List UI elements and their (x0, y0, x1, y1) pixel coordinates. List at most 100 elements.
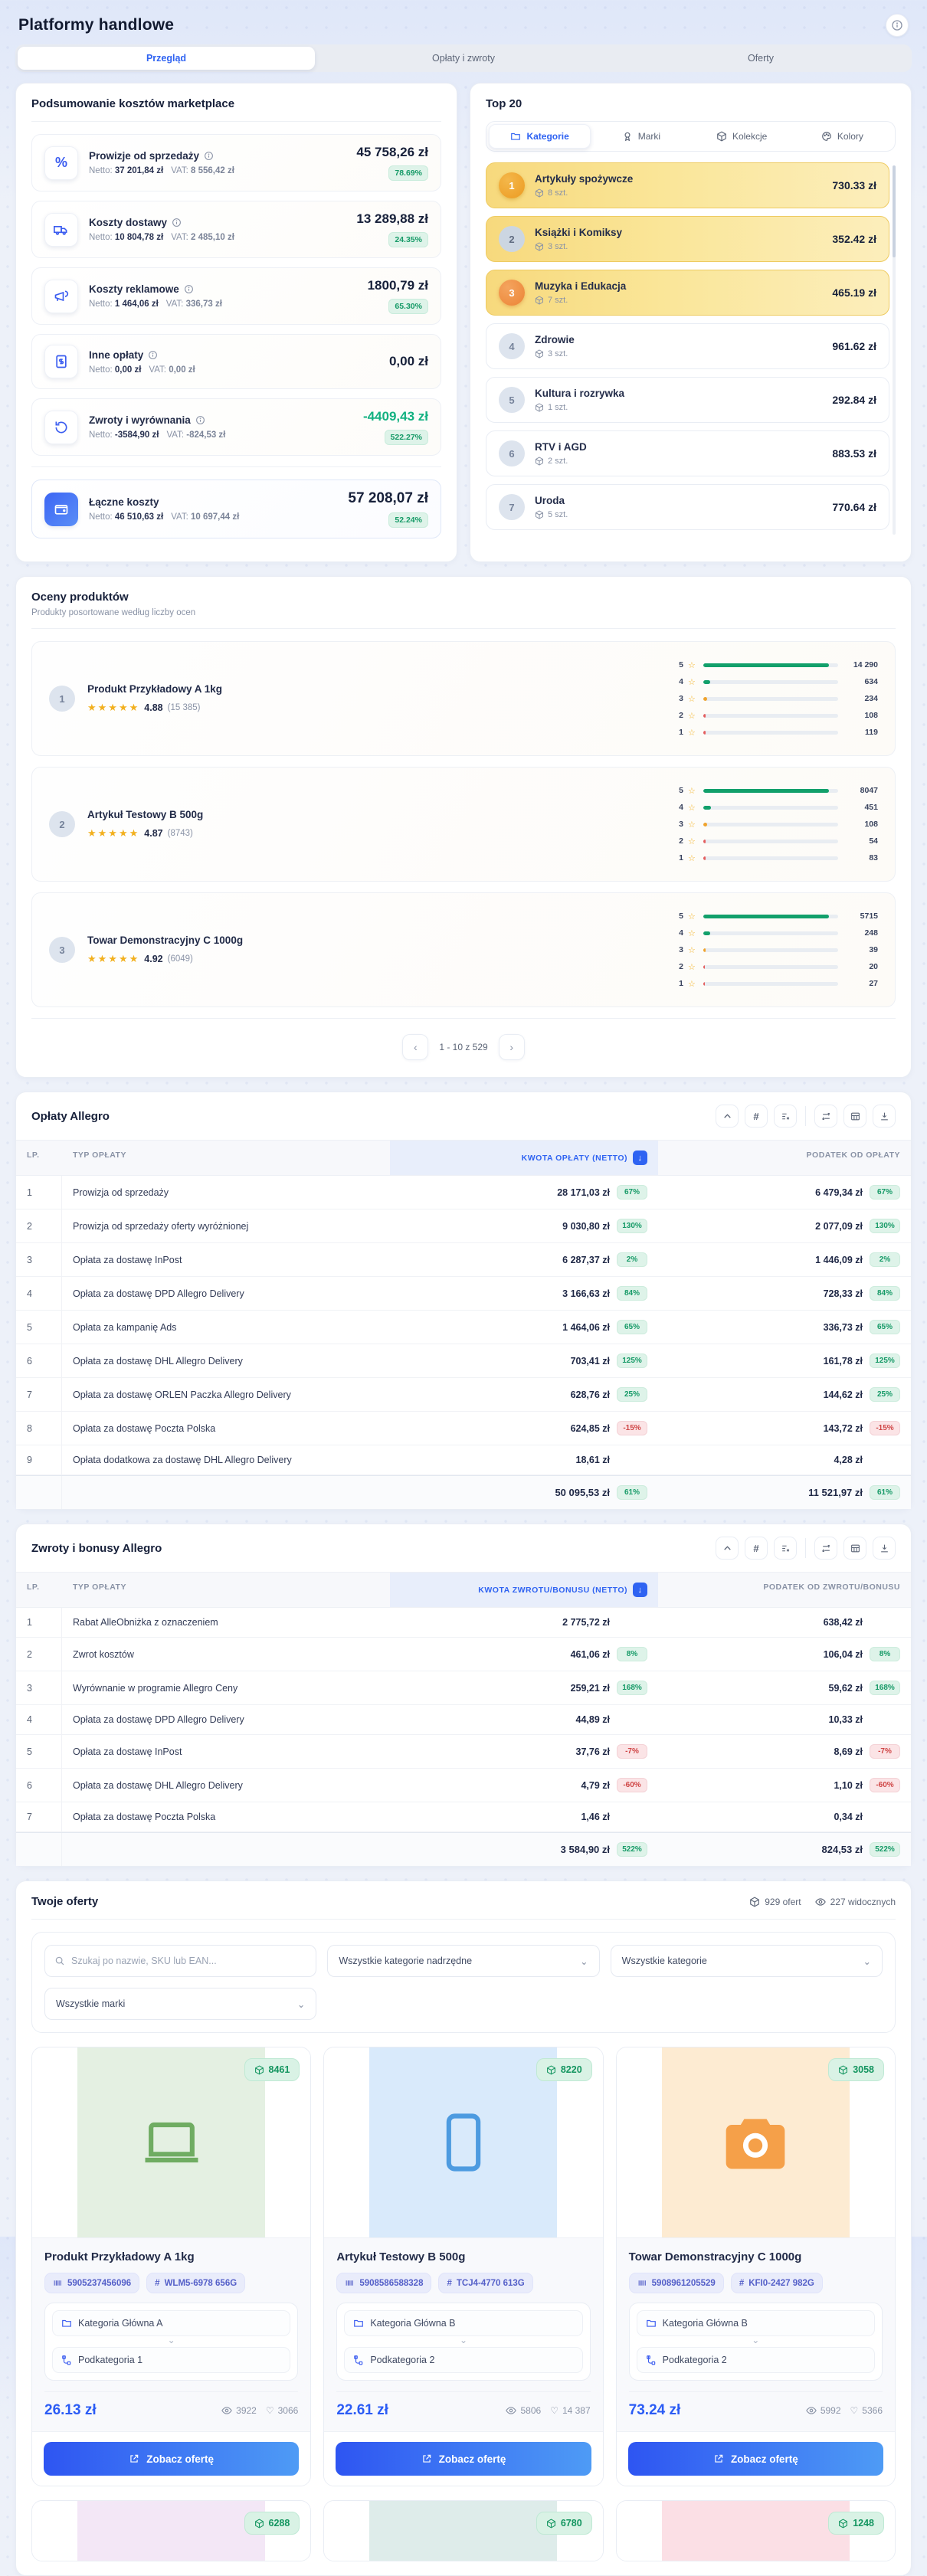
info-icon[interactable] (172, 218, 182, 227)
quantity-label: 1 szt. (548, 403, 568, 412)
brand-select[interactable]: Wszystkie marki ⌄ (44, 1988, 317, 2020)
fee-type: Opłata za dostawę Poczta Polska (73, 1422, 216, 1434)
top20-tab-kolory[interactable]: Kolory (792, 124, 893, 149)
tab-oplaty-i-zwroty[interactable]: Opłaty i zwroty (315, 47, 612, 70)
returns-total-row: 3 584,90 zł 522% 824,53 zł 522% (16, 1832, 911, 1866)
top20-tab-marki[interactable]: Marki (591, 124, 691, 149)
category-name: Książki i Komiksy (535, 227, 623, 238)
amount-percent-badge: 84% (617, 1286, 647, 1301)
parent-category-select[interactable]: Wszystkie kategorie nadrzędne ⌄ (327, 1945, 600, 1977)
filter-icon[interactable] (814, 1537, 837, 1560)
info-icon[interactable] (148, 350, 158, 360)
view-offer-button[interactable]: Zobacz ofertę (627, 2442, 883, 2476)
smartphone-icon (446, 2113, 481, 2172)
info-icon[interactable] (195, 415, 205, 425)
top20-list-item[interactable]: 6 RTV i AGD 2 szt. 883.53 zł (486, 430, 889, 476)
returns-toolbar: # (716, 1537, 896, 1560)
total-amount-badge: 61% (617, 1485, 647, 1500)
top20-list-item[interactable]: 5 Kultura i rozrywka 1 szt. 292.84 zł (486, 377, 889, 423)
top20-list-item[interactable]: 2 Książki i Komiksy 3 szt. 352.42 zł (486, 216, 889, 262)
row-number: 3 (16, 1243, 62, 1276)
netto-label: Netto: (89, 299, 113, 309)
table-view-icon[interactable] (843, 1105, 866, 1128)
numbers-icon[interactable]: # (745, 1105, 768, 1128)
view-offer-button[interactable]: Zobacz ofertę (336, 2442, 591, 2476)
download-icon[interactable] (873, 1537, 896, 1560)
download-icon[interactable] (873, 1105, 896, 1128)
likes-count: ♡ 3066 (265, 2405, 299, 2416)
clear-list-icon[interactable] (774, 1105, 797, 1128)
numbers-icon[interactable]: # (745, 1537, 768, 1560)
offer-card: 3058 Towar Demonstracyjny C 1000g 590896… (615, 2047, 896, 2486)
pagination-prev-button[interactable]: ‹ (402, 1034, 429, 1060)
tax-percent-badge: 2% (870, 1252, 900, 1267)
info-icon[interactable] (204, 151, 214, 161)
return-tax: 106,04 zł (823, 1648, 863, 1660)
info-icon[interactable] (184, 284, 194, 294)
stock-badge: 8461 (244, 2058, 300, 2081)
category-value: 961.62 zł (832, 340, 876, 352)
info-icon (892, 20, 902, 31)
star-outline-icon: ☆ (688, 945, 696, 955)
main-category: Kategoria Główna A (52, 2310, 291, 2336)
category-value: 352.42 zł (832, 233, 876, 245)
offers-count: 929 ofert (749, 1897, 801, 1907)
return-amount: 2 775,72 zł (562, 1617, 610, 1628)
category-value: 883.53 zł (832, 447, 876, 460)
cost-row-icon (44, 212, 78, 247)
sort-desc-icon[interactable]: ↓ (633, 1583, 647, 1597)
top20-scrollbar[interactable] (893, 165, 896, 535)
category-name: RTV i AGD (535, 441, 587, 453)
clear-list-icon[interactable] (774, 1537, 797, 1560)
amount-percent-badge: 168% (617, 1681, 647, 1695)
return-amount: 44,89 zł (575, 1714, 610, 1725)
top20-tab-kolekcje[interactable]: Kolekcje (692, 124, 792, 149)
offer-search[interactable] (44, 1945, 317, 1977)
star-outline-icon: ☆ (688, 820, 696, 830)
vat-value: -824,53 zł (186, 430, 226, 440)
page-header: Platformy handlowe (15, 9, 912, 44)
star-level: 3 (679, 820, 683, 829)
row-number: 7 (16, 1378, 62, 1411)
top20-list-item[interactable]: 1 Artykuły spożywcze 8 szt. 730.33 zł (486, 162, 889, 208)
pagination-next-button[interactable]: › (498, 1034, 525, 1060)
page-info-button[interactable] (886, 14, 909, 37)
table-view-icon[interactable] (843, 1537, 866, 1560)
star-level: 5 (679, 786, 683, 795)
star-count: 634 (864, 677, 878, 686)
fees-table-header: LP. TYP OPŁATY KWOTA OPŁATY (NETTO) ↓ POD… (16, 1140, 911, 1176)
top20-list-item[interactable]: 4 Zdrowie 3 szt. 961.62 zł (486, 323, 889, 369)
collapse-icon[interactable] (716, 1105, 739, 1128)
rating-bar-row: 2 ☆ 54 (677, 836, 878, 846)
pagination-label: 1 - 10 z 529 (439, 1042, 488, 1052)
star-outline-icon: ☆ (688, 912, 696, 921)
return-tax: 8,69 zł (834, 1746, 863, 1757)
fees-table-body: 1 Prowizja od sprzedaży 28 171,03 zł 67% … (16, 1176, 911, 1475)
rating-bar-row: 1 ☆ 119 (677, 728, 878, 738)
category-box: Kategoria Główna B ⌄ Podkategoria 2 (628, 2303, 883, 2381)
sort-desc-icon[interactable]: ↓ (633, 1151, 647, 1165)
filter-icon[interactable] (814, 1105, 837, 1128)
stock-badge: 6288 (244, 2512, 300, 2535)
fee-type: Opłata za dostawę DHL Allegro Delivery (73, 1779, 243, 1791)
rating-distribution: 5 ☆ 8047 4 ☆ 451 3 ☆ 108 2 ☆ 54 1 ☆ 83 (677, 786, 878, 863)
tab-oferty[interactable]: Oferty (612, 47, 909, 70)
cost-row: Inne opłaty Netto: 0,00 zł VAT: 0,00 zł 0… (31, 334, 441, 389)
product-name: Towar Demonstracyjny C 1000g (87, 934, 244, 946)
star-count: 108 (864, 711, 878, 720)
top20-list-item[interactable]: 3 Muzyka i Edukacja 7 szt. 465.19 zł (486, 270, 889, 316)
top20-list-item[interactable]: 7 Uroda 5 szt. 770.64 zł (486, 484, 889, 530)
tax-percent-badge: 130% (870, 1219, 900, 1233)
top20-tab-kategorie[interactable]: Kategorie (489, 124, 591, 149)
amount-percent-badge: -7% (617, 1744, 647, 1759)
collapse-icon[interactable] (716, 1537, 739, 1560)
view-offer-button[interactable]: Zobacz ofertę (44, 2442, 300, 2476)
fees-toolbar: # (716, 1105, 896, 1128)
star-outline-icon: ☆ (688, 786, 696, 796)
row-number: 5 (16, 1735, 62, 1768)
tab-przeglad[interactable]: Przegląd (18, 47, 315, 70)
fee-tax: 1 446,09 zł (815, 1254, 863, 1265)
category-select[interactable]: Wszystkie kategorie ⌄ (610, 1945, 883, 1977)
vat-label: VAT: (149, 365, 167, 375)
search-input[interactable] (71, 1956, 307, 1966)
